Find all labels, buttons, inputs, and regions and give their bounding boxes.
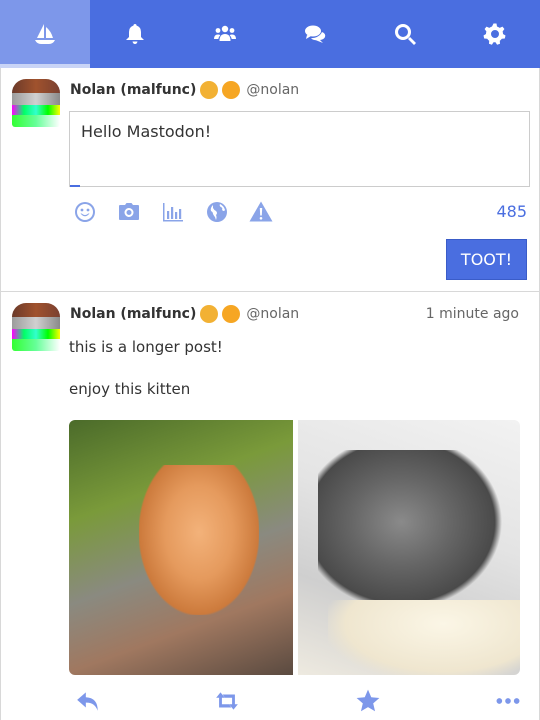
avatar[interactable] xyxy=(12,79,60,127)
warning-icon xyxy=(249,201,273,222)
sailboat-icon xyxy=(35,24,55,44)
status-toolbar xyxy=(1,687,540,715)
compose-toolbar xyxy=(73,198,293,226)
globe-icon xyxy=(207,202,227,222)
community-icon xyxy=(214,25,236,41)
compose-length-indicator xyxy=(70,185,80,187)
character-count: 485 xyxy=(496,202,527,221)
display-name: Nolan (malfunc) xyxy=(70,82,197,98)
compose-author: Nolan (malfunc) @nolan xyxy=(70,81,299,99)
custom-emoji-icon xyxy=(200,81,219,99)
emoji-icon xyxy=(75,202,95,222)
reply-button[interactable] xyxy=(73,687,103,715)
status-content-paragraph: enjoy this kitten xyxy=(69,380,191,398)
toot-button[interactable]: TOOT! xyxy=(446,239,527,280)
nav-settings[interactable] xyxy=(450,0,540,68)
display-name[interactable]: Nolan (malfunc) xyxy=(70,306,196,322)
gear-icon xyxy=(483,23,506,45)
poll-icon xyxy=(163,203,183,222)
nav-notifications[interactable] xyxy=(90,0,180,68)
boost-button[interactable] xyxy=(212,687,242,715)
more-icon xyxy=(496,698,520,704)
status-article[interactable]: Nolan (malfunc) @nolan 1 minute ago this… xyxy=(0,292,540,720)
favorite-icon xyxy=(356,689,380,712)
compose-input[interactable]: Hello Mastodon! xyxy=(69,111,530,187)
content-warning-button[interactable] xyxy=(249,198,293,226)
emoji-button[interactable] xyxy=(73,198,117,226)
media-attachment-orange-kitten[interactable] xyxy=(69,420,293,675)
bell-icon xyxy=(126,24,144,44)
favorite-button[interactable] xyxy=(353,687,383,715)
status-author[interactable]: Nolan (malfunc) @nolan xyxy=(70,305,299,323)
blanket-image xyxy=(328,600,520,675)
search-icon xyxy=(395,24,416,45)
boost-icon xyxy=(216,692,238,710)
poll-button[interactable] xyxy=(161,198,205,226)
media-button[interactable] xyxy=(117,198,161,226)
custom-emoji-icon xyxy=(222,305,241,323)
handle: @nolan xyxy=(246,82,300,98)
nav-home[interactable] xyxy=(0,0,90,68)
nav-conversations[interactable] xyxy=(270,0,360,68)
reply-icon xyxy=(77,692,98,711)
nav-community[interactable] xyxy=(180,0,270,68)
status-timestamp[interactable]: 1 minute ago xyxy=(426,306,519,322)
avatar[interactable] xyxy=(12,303,60,351)
handle[interactable]: @nolan xyxy=(246,306,299,322)
camera-icon xyxy=(119,203,139,220)
status-content-paragraph: this is a longer post! xyxy=(69,338,223,356)
kitten-image xyxy=(318,450,503,610)
more-options-button[interactable] xyxy=(493,687,523,715)
nav-search[interactable] xyxy=(360,0,450,68)
kitten-image xyxy=(139,465,259,615)
top-nav xyxy=(0,0,540,68)
visibility-button[interactable] xyxy=(205,198,249,226)
custom-emoji-icon xyxy=(200,305,219,323)
conversations-icon xyxy=(305,25,326,43)
compose-box: Nolan (malfunc) @nolan Hello Mastodon! 4… xyxy=(0,68,540,292)
media-attachment-gray-kitten[interactable] xyxy=(298,420,520,675)
custom-emoji-icon xyxy=(222,81,241,99)
